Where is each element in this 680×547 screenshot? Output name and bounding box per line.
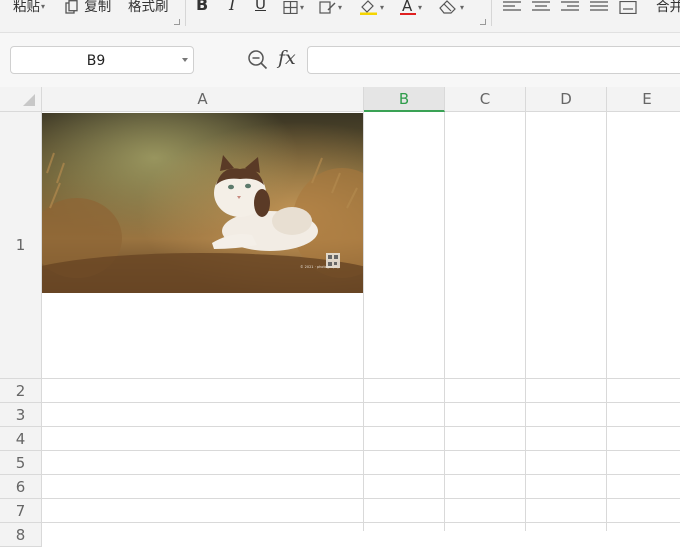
align-center-icon [532,1,550,11]
merge-cells-button[interactable]: 合并 [656,0,680,18]
underline-button[interactable]: U [255,0,266,15]
bold-button[interactable]: B [196,0,208,16]
copy-icon [65,0,78,14]
clear-format-dropdown-icon[interactable]: ▾ [460,3,464,12]
copy-button[interactable]: 复制 [65,0,111,18]
grid-row-line [42,450,680,451]
distributed-align-button[interactable] [619,0,637,14]
justify-button[interactable] [590,0,608,14]
row-header-6[interactable]: 6 [0,475,42,499]
justify-icon [590,1,608,11]
column-header-e[interactable]: E [607,87,680,112]
distributed-align-icon [619,0,637,14]
paste-label: 粘贴 [13,0,40,15]
column-header-c[interactable]: C [445,87,526,112]
photo-watermark-text: © 2021 · photography [300,265,340,269]
grid-column-line [606,112,607,531]
font-color-icon: A [400,0,416,15]
row-header-1[interactable]: 1 [0,112,42,379]
select-all-button[interactable] [0,87,42,112]
grid-row-line [42,426,680,427]
grid-row-line [42,474,680,475]
align-left-button[interactable] [503,0,521,14]
font-color-dropdown-icon[interactable]: ▾ [418,3,422,12]
highlight-color-button[interactable]: ▾ [358,0,384,15]
insert-function-button[interactable]: fx [278,47,296,69]
name-box-dropdown-icon[interactable] [182,58,188,62]
formula-bar: B9 fx [0,33,680,87]
name-box-value: B9 [86,53,106,69]
eraser-icon [439,0,456,14]
italic-button[interactable]: I [229,0,235,16]
copy-label: 复制 [84,0,112,15]
format-painter-button[interactable]: 格式刷 [128,0,169,18]
formula-input[interactable] [307,46,680,74]
embedded-cat-photo[interactable]: © 2021 · photography [42,113,363,293]
row-header-4[interactable]: 4 [0,427,42,451]
select-all-icon [23,94,35,106]
align-center-button[interactable] [532,0,550,14]
ribbon-divider [185,0,186,26]
grid-row-line [42,522,680,523]
grid-column-line [363,112,364,531]
clipboard-group-expand-icon[interactable] [174,19,180,25]
borders-icon [283,0,298,14]
column-header-a[interactable]: A [42,87,364,112]
row-header-5[interactable]: 5 [0,451,42,475]
row-header-7[interactable]: 7 [0,499,42,523]
grid-column-line [444,112,445,531]
borders-dropdown-icon[interactable]: ▾ [300,3,304,12]
fill-style-icon [319,0,336,14]
grid-row-line [42,498,680,499]
grid-row-line [42,378,680,379]
row-header-8[interactable]: 8 [0,523,42,547]
highlight-bucket-icon [360,0,377,15]
font-color-button[interactable]: A ▾ [400,0,422,15]
borders-button[interactable]: ▾ [283,0,304,14]
ribbon-divider [491,0,492,26]
grid-row-line [42,402,680,403]
font-group-expand-icon[interactable] [480,19,486,25]
font-color-swatch [400,12,416,15]
fill-style-button[interactable]: ▾ [319,0,342,14]
paste-dropdown-icon[interactable]: ▾ [41,2,45,11]
paste-button[interactable]: 粘贴▾ [13,0,45,18]
row-header-3[interactable]: 3 [0,403,42,427]
row-header-2[interactable]: 2 [0,379,42,403]
align-right-icon [561,1,579,11]
zoom-out-icon[interactable] [247,49,269,71]
ribbon-toolbar: 粘贴▾ 复制 格式刷 B I U ▾ ▾ ▾ A ▾ ▾ 合并 [0,0,680,33]
align-right-button[interactable] [561,0,579,14]
clear-format-button[interactable]: ▾ [438,0,464,14]
fill-style-dropdown-icon[interactable]: ▾ [338,3,342,12]
name-box[interactable]: B9 [10,46,194,74]
grid-column-line [525,112,526,531]
format-painter-label: 格式刷 [128,0,169,15]
align-left-icon [503,1,521,11]
highlight-dropdown-icon[interactable]: ▾ [380,3,384,12]
column-header-d[interactable]: D [526,87,607,112]
column-header-b[interactable]: B [364,87,445,112]
